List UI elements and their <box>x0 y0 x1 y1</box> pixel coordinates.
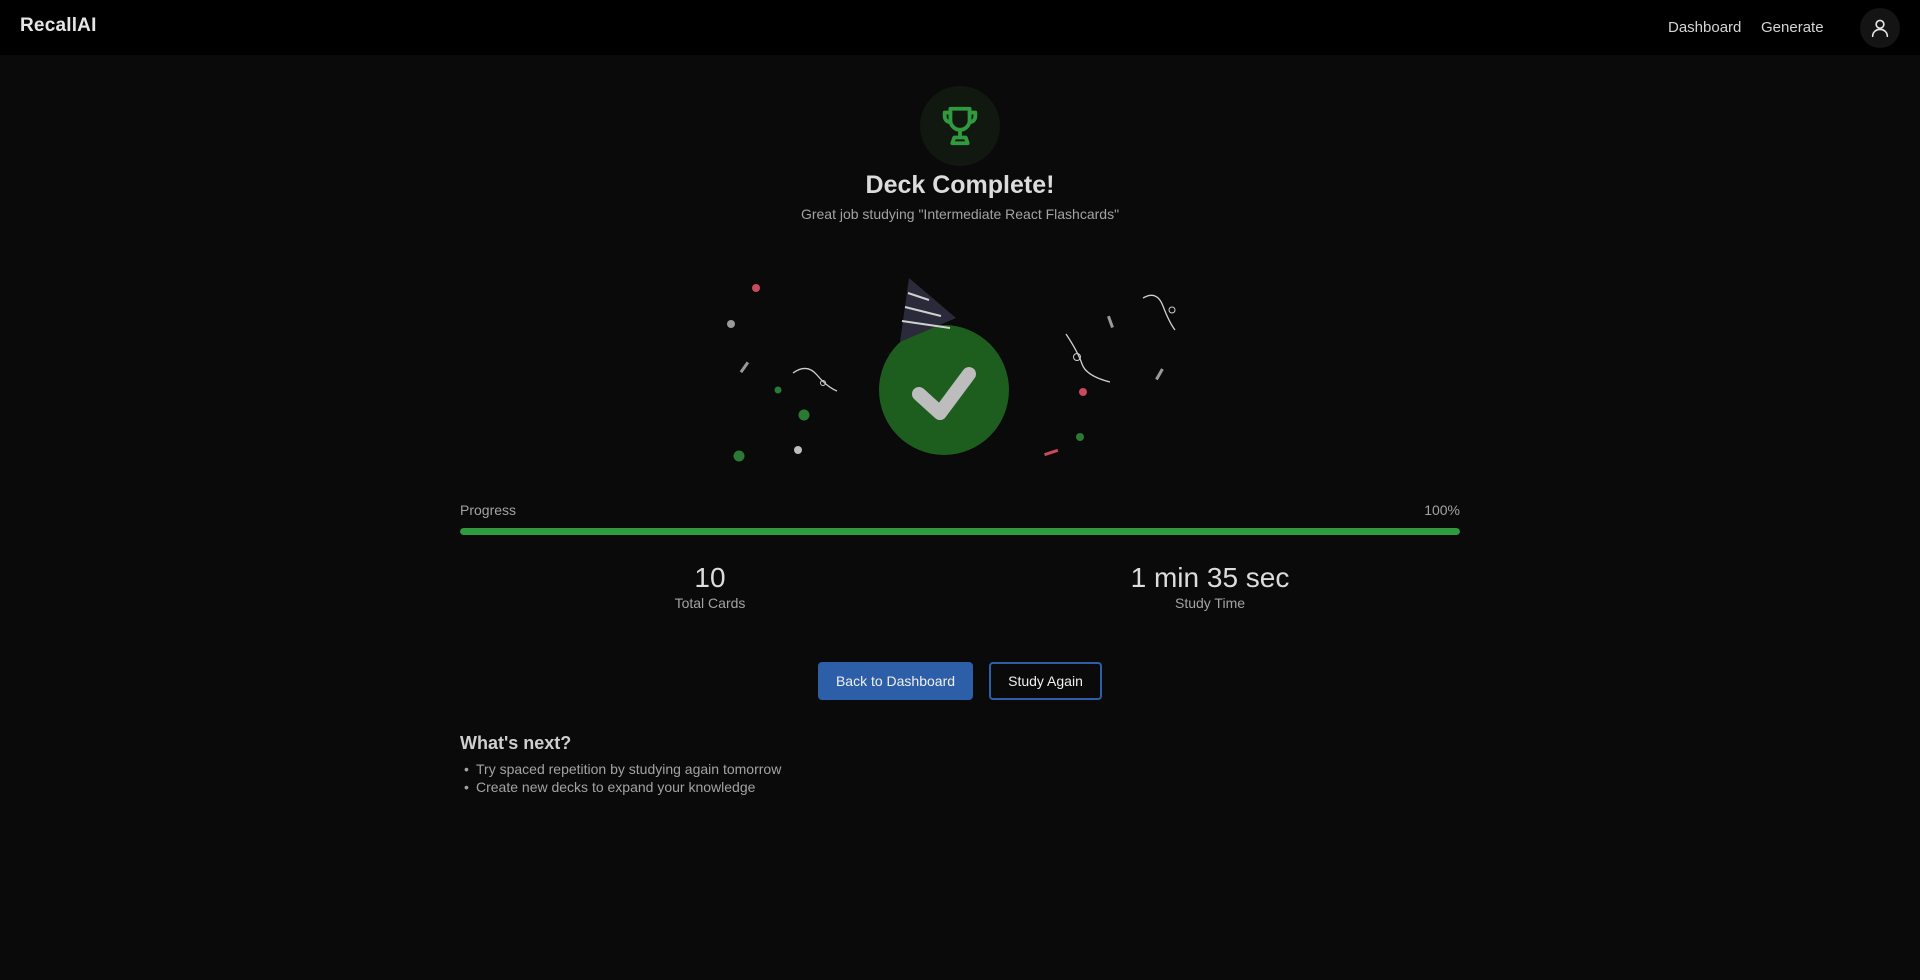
celebration-illustration <box>727 278 1176 462</box>
total-cards-value: 10 <box>694 562 726 593</box>
back-to-dashboard-button[interactable]: Back to Dashboard <box>818 662 973 700</box>
trophy-badge <box>920 86 1000 166</box>
progress-bar-fill <box>460 528 1460 535</box>
list-item: • Try spaced repetition by studying again… <box>464 761 782 777</box>
brand-logo[interactable]: RecallAI <box>20 15 97 37</box>
progress-label: Progress <box>460 502 517 518</box>
list-item: • Create new decks to expand your knowled… <box>464 779 756 795</box>
total-cards-label: Total Cards <box>674 595 746 611</box>
list-item-text: Create new decks to expand your knowledg… <box>476 779 756 795</box>
study-again-button[interactable]: Study Again <box>989 662 1102 700</box>
page-title: Deck Complete! <box>865 171 1055 199</box>
progress-percent: 100% <box>1424 502 1460 518</box>
list-item-text: Try spaced repetition by studying again … <box>476 761 782 777</box>
trophy-icon <box>942 106 978 146</box>
stat-total-cards: 10 Total Cards <box>560 561 860 611</box>
user-icon <box>1871 19 1889 38</box>
stat-study-time: 1 min 35 sec Study Time <box>1060 561 1360 611</box>
profile-button[interactable] <box>1860 8 1900 48</box>
progress-bar <box>460 528 1460 535</box>
whats-next-list: • Try spaced repetition by studying again… <box>460 760 781 796</box>
checkmark-party-icon <box>879 278 1009 455</box>
nav-link-generate[interactable]: Generate <box>1761 19 1824 36</box>
study-time-value: 1 min 35 sec <box>1130 562 1290 593</box>
top-navbar: RecallAI Dashboard Generate <box>0 0 1920 55</box>
page-subtitle: Great job studying "Intermediate React F… <box>800 206 1120 222</box>
study-time-label: Study Time <box>1174 595 1246 611</box>
nav-link-dashboard[interactable]: Dashboard <box>1668 19 1741 36</box>
whats-next-heading: What's next? <box>460 733 572 753</box>
